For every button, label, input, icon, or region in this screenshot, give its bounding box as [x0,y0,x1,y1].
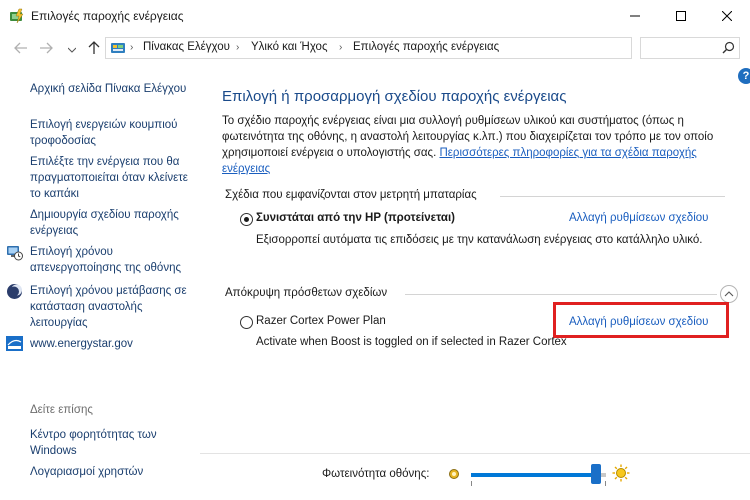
brightness-slider-fill [471,473,600,477]
help-icon[interactable]: ? [738,68,750,84]
plan-hp-name[interactable]: Συνιστάται από την HP (προτείνεται) [256,212,455,224]
minimize-button[interactable] [612,0,658,31]
power-options-icon [9,8,25,24]
battery-plans-group-label: Σχέδια που εμφανίζονται στον μετρητή μπα… [225,189,477,201]
group-divider [405,294,717,295]
sidebar-create-plan-link[interactable]: Δημιουργία σχεδίου παροχής ενέργειας [30,207,198,239]
sidebar-sleep-link[interactable]: Επιλογή χρόνου μετάβασης σε κατάσταση αν… [30,283,198,331]
brightness-label: Φωτεινότητα οθόνης: [322,468,430,480]
brightness-slider-ticks [471,481,606,486]
back-arrow-icon[interactable] [13,40,29,56]
group-divider [500,196,725,197]
brightness-high-icon [612,464,630,485]
page-description: Το σχέδιο παροχής ενέργειας είναι μια συ… [222,113,727,177]
address-bar[interactable]: › Πίνακας Ελέγχου › Υλικό και Ήχος › Επι… [105,37,728,59]
forward-arrow-icon[interactable] [38,40,54,56]
sidebar-user-accounts-link[interactable]: Λογαριασμοί χρηστών [30,464,198,480]
moon-sleep-icon [6,283,23,300]
breadcrumb-power-options[interactable]: Επιλογές παροχής ενέργειας [353,41,499,53]
search-box[interactable] [640,37,740,59]
plan-hp-radio[interactable] [240,213,253,226]
breadcrumb-control-panel[interactable]: Πίνακας Ελέγχου [143,41,230,53]
breadcrumb-hardware-sound[interactable]: Υλικό και Ήχος [251,41,328,53]
search-icon[interactable] [722,41,735,57]
maximize-button[interactable] [658,0,704,31]
plan-hp-description: Εξισορροπεί αυτόματα τις επιδόσεις με τη… [256,234,703,246]
plan-razer-description: Activate when Boost is toggled on if sel… [256,336,567,348]
sidebar-home-link[interactable]: Αρχική σελίδα Πίνακα Ελέγχου [30,81,198,97]
control-panel-icon [110,40,126,56]
sidebar-mobility-center-link[interactable]: Κέντρο φορητότητας των Windows [30,427,198,459]
plan-razer-radio[interactable] [240,316,253,329]
breadcrumb-separator-icon: › [236,42,240,53]
hidden-plans-group-label: Απόκρυψη πρόσθετων σχεδίων [225,287,388,299]
brightness-low-icon [448,468,460,483]
plan-hp-change-settings-link[interactable]: Αλλαγή ρυθμίσεων σχεδίου [569,212,708,224]
page-title: Επιλογή ή προσαρμογή σχεδίου παροχής ενέ… [222,88,567,105]
monitor-clock-icon [6,244,23,261]
collapse-chevron-up-icon[interactable] [720,285,738,303]
sidebar-power-buttons-link[interactable]: Επιλογή ενεργειών κουμπιού τροφοδοσίας [30,117,198,149]
recent-locations-chevron-icon[interactable] [64,42,80,58]
window-title: Επιλογές παροχής ενέργειας [31,9,184,23]
close-button[interactable] [704,0,750,31]
see-also-heading: Δείτε επίσης [30,404,93,416]
navigation-bar: › Πίνακας Ελέγχου › Υλικό και Ήχος › Επι… [0,31,750,65]
sidebar-lid-action-link[interactable]: Επιλέξτε την ενέργεια που θα πραγματοποι… [30,154,198,202]
breadcrumb-separator-icon: › [339,42,343,53]
up-arrow-icon[interactable] [86,40,102,56]
breadcrumb-separator-icon: › [130,42,134,53]
brightness-slider[interactable] [471,473,606,477]
title-bar: Επιλογές παροχής ενέργειας [0,0,750,31]
highlight-annotation-box [553,302,729,338]
search-input[interactable] [645,40,719,56]
sidebar-display-off-link[interactable]: Επιλογή χρόνου απενεργοποίησης της οθόνη… [30,244,198,276]
plan-razer-name[interactable]: Razer Cortex Power Plan [256,315,386,327]
energystar-icon [6,336,23,353]
sidebar-energystar-link[interactable]: www.energystar.gov [30,336,198,352]
